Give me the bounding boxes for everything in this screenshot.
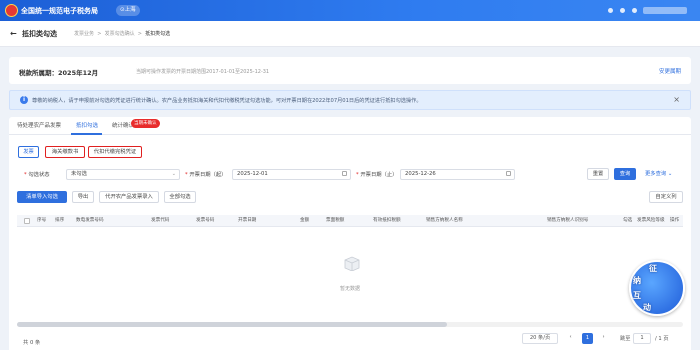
- column-header: 发票号码: [196, 218, 215, 223]
- export-button[interactable]: 导出: [72, 191, 94, 203]
- column-header: 发票代码: [151, 218, 170, 223]
- mascot-char: 动: [643, 303, 651, 312]
- mascot-char: 纳: [633, 276, 641, 285]
- app-title: 全国统一规范电子税务局: [21, 7, 98, 15]
- start-date-input[interactable]: 2025-12-01: [232, 169, 351, 180]
- total-count: 共 0 条: [23, 340, 41, 346]
- empty-box-icon: [344, 256, 360, 271]
- table-header: 序号 排序 数电发票号码 发票代码 发票号码 开票日期 金额 票面税额 有效抵扣…: [17, 215, 683, 227]
- tab-pending-agri[interactable]: 待处理农产品发票: [17, 122, 61, 130]
- column-header: 票面税额: [326, 218, 345, 223]
- column-header: 开票日期: [238, 218, 257, 223]
- tax-period-card: 税款所属期：2025年12月 当期可操作发票的开票日期范围2017-01-01至…: [9, 57, 691, 84]
- agri-invoice-input-button[interactable]: 代开农产品发票录入: [99, 191, 159, 203]
- subtab-withholding-certificate[interactable]: 代扣代缴完税凭证: [88, 146, 142, 158]
- scrollbar-thumb[interactable]: [17, 322, 447, 327]
- breadcrumb-bar: ← 抵扣类勾选 发票业务 > 发票勾选确认 > 抵扣类勾选: [0, 21, 700, 47]
- mascot-badge-icon: [629, 260, 685, 316]
- column-header: 销售方纳税人识别号: [547, 218, 589, 223]
- tab-bar: 待处理农产品发票 抵扣勾选 统计确认 当期未确认: [9, 117, 691, 135]
- column-header: 销售方纳税人名称: [426, 218, 463, 223]
- column-header: 序号: [37, 218, 47, 223]
- column-header: 勾选: [623, 218, 633, 223]
- column-header: 排序: [55, 218, 65, 223]
- top-bar: 全国统一规范电子税务局 ⊙上海: [0, 0, 700, 21]
- page-number-current[interactable]: 1: [582, 333, 593, 344]
- status-filter-label: * 勾选状态: [24, 172, 50, 178]
- mascot-widget[interactable]: 征 纳 互 动: [629, 260, 687, 318]
- column-header: 操作: [670, 218, 680, 223]
- back-arrow-icon[interactable]: ←: [10, 29, 17, 39]
- message-icon[interactable]: [608, 8, 613, 13]
- page-title: 抵扣类勾选: [22, 30, 57, 38]
- settings-icon[interactable]: [632, 8, 637, 13]
- date-range-note: 当期可操作发票的开票日期范围2017-01-01至2025-12-31: [136, 69, 270, 75]
- jump-label: 跳至: [620, 336, 631, 342]
- calendar-icon: [506, 171, 511, 176]
- mascot-char: 互: [633, 291, 641, 300]
- notice-text: 尊敬的纳税人，请于申报前对勾选的凭证进行统计确认。农产品业务抵扣海关和代扣代缴税…: [32, 98, 422, 104]
- select-all-button[interactable]: 全部勾选: [164, 191, 196, 203]
- end-date-label: * 开票日期（止）: [356, 172, 398, 178]
- user-info[interactable]: [643, 7, 687, 14]
- query-button[interactable]: 查询: [614, 168, 636, 180]
- breadcrumb-item[interactable]: 发票勾选确认: [105, 31, 135, 37]
- tax-period-label: 税款所属期：2025年12月: [19, 69, 99, 77]
- page-total: / 1 页: [655, 336, 669, 342]
- unconfirmed-badge: 当期未确认: [131, 119, 160, 128]
- end-date-input[interactable]: 2025-12-26: [400, 169, 515, 180]
- notice-banner: i 尊敬的纳税人，请于申报前对勾选的凭证进行统计确认。农产品业务抵扣海关和代扣代…: [9, 90, 691, 110]
- reset-button[interactable]: 重置: [587, 168, 609, 180]
- subtab-customs-payment[interactable]: 海关缴款书: [45, 146, 85, 158]
- next-page-button[interactable]: ›: [598, 333, 609, 344]
- column-header: 数电发票号码: [76, 218, 104, 223]
- horizontal-scrollbar[interactable]: [17, 322, 683, 327]
- subtab-invoice[interactable]: 发票: [18, 146, 39, 158]
- more-query-link[interactable]: 更多查询 ⌄: [645, 170, 672, 178]
- empty-state-text: 暂无数据: [340, 286, 361, 292]
- select-all-checkbox[interactable]: [24, 218, 30, 224]
- close-icon[interactable]: ×: [673, 95, 680, 105]
- breadcrumb-item[interactable]: 发票业务: [74, 31, 94, 37]
- change-period-link[interactable]: 安更属期: [659, 67, 681, 75]
- status-select[interactable]: 未勾选 ⌄: [66, 169, 180, 180]
- start-date-label: * 开票日期（起）: [185, 172, 227, 178]
- prev-page-button[interactable]: ‹: [565, 333, 576, 344]
- calendar-icon: [342, 171, 347, 176]
- custom-columns-button[interactable]: 自定义列: [649, 191, 683, 203]
- region-selector[interactable]: ⊙上海: [116, 5, 140, 16]
- help-icon[interactable]: [620, 8, 625, 13]
- tab-deduction-select[interactable]: 抵扣勾选: [76, 122, 98, 130]
- column-header: 金额: [300, 218, 310, 223]
- list-import-select-button[interactable]: 清单导入勾选: [17, 191, 67, 203]
- main-panel: 待处理农产品发票 抵扣勾选 统计确认 当期未确认 发票 海关缴款书 代扣代缴完税…: [9, 117, 691, 350]
- column-header: 发票风险等级: [637, 218, 665, 223]
- active-tab-indicator: [71, 133, 102, 135]
- breadcrumb: 发票业务 > 发票勾选确认 > 抵扣类勾选: [74, 31, 171, 37]
- breadcrumb-current: 抵扣类勾选: [145, 31, 171, 37]
- info-icon: i: [20, 96, 28, 104]
- mascot-char: 征: [649, 264, 657, 273]
- column-header: 有效抵扣税额: [373, 218, 401, 223]
- jump-page-input[interactable]: 1: [633, 333, 651, 344]
- page-size-select[interactable]: 20 条/页: [522, 333, 558, 344]
- chevron-down-icon: ⌄: [171, 171, 176, 177]
- tax-emblem-icon: [5, 4, 18, 17]
